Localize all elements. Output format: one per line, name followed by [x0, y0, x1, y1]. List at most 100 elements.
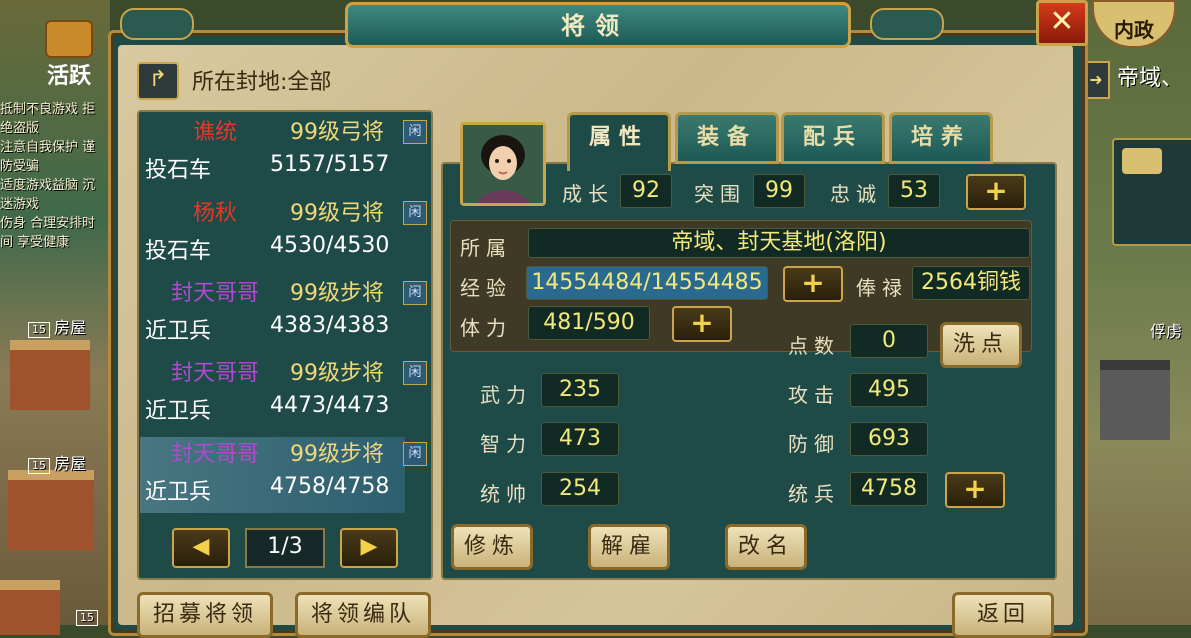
loyalty-value: 53	[888, 174, 940, 208]
force-value: 235	[541, 373, 619, 407]
house-name: 房屋	[54, 318, 87, 337]
points-label: 点数	[788, 334, 840, 358]
general-name: 谯统	[192, 120, 237, 145]
stamina-plus-button[interactable]: +	[672, 306, 732, 342]
title-ornament-left	[120, 8, 194, 40]
unit-type: 近卫兵	[145, 399, 212, 424]
notice-line: 适度游戏益脑 沉迷游戏	[0, 178, 96, 212]
fief-filter[interactable]: 所在封地:全部	[192, 64, 331, 96]
exp-value: 14554484/14554485	[526, 266, 768, 300]
tab-training[interactable]: 培养	[889, 112, 993, 164]
next-page-button[interactable]: ▶	[340, 528, 398, 568]
unit-count: 4383/4383	[270, 313, 390, 338]
idle-badge: 闲	[403, 281, 427, 305]
notice-line: 注意自我保护 谨防受骗	[0, 140, 96, 174]
attack-value: 495	[850, 373, 928, 407]
general-name: 封天哥哥	[170, 361, 259, 386]
belong-value: 帝域、封天基地(洛阳)	[528, 228, 1030, 258]
stamina-value: 481/590	[528, 306, 650, 340]
region-label: 帝域、	[1117, 66, 1184, 91]
chest-icon	[45, 20, 93, 58]
troops-plus-button[interactable]: +	[945, 472, 1005, 508]
list-item[interactable]: 投石车 4530/4530	[145, 233, 421, 269]
loyalty-label: 忠诚	[830, 182, 882, 206]
title-ornament-right	[870, 8, 944, 40]
unit-type: 投石车	[145, 239, 212, 264]
captive-label: 俘虏	[1150, 322, 1183, 341]
return-button[interactable]: 返回	[952, 592, 1054, 638]
house-label: 15	[76, 606, 102, 626]
troops-value: 4758	[850, 472, 928, 506]
unit-count: 5157/5157	[270, 152, 390, 177]
close-button[interactable]: ✕	[1036, 0, 1088, 46]
general-portrait	[460, 122, 546, 206]
list-item[interactable]: 封天哥哥 99级步将 闲	[145, 436, 427, 472]
loyalty-plus-button[interactable]: +	[966, 174, 1026, 210]
defense-value: 693	[850, 422, 928, 456]
prev-page-button[interactable]: ◀	[172, 528, 230, 568]
breakthrough-label: 突围	[694, 182, 746, 206]
back-arrow-icon[interactable]: ↱	[137, 62, 179, 100]
belong-label: 所属	[460, 236, 512, 260]
general-level: 99级步将	[290, 442, 384, 467]
general-level: 99级步将	[290, 281, 384, 306]
list-item[interactable]: 谯统 99级弓将 闲	[145, 114, 427, 150]
list-item[interactable]: 近卫兵 4383/4383	[145, 313, 421, 349]
unit-count: 4758/4758	[270, 474, 390, 499]
level-badge: 15	[76, 610, 98, 626]
general-level: 99级步将	[290, 361, 384, 386]
breakthrough-value: 99	[753, 174, 805, 208]
page-indicator: 1/3	[245, 528, 325, 568]
points-value: 0	[850, 324, 928, 358]
general-formation-button[interactable]: 将领编队	[295, 592, 431, 638]
general-name: 杨秋	[192, 201, 237, 226]
house-building[interactable]	[0, 580, 60, 635]
list-item[interactable]: 杨秋 99级弓将 闲	[145, 195, 427, 231]
list-item[interactable]: 近卫兵 4758/4758	[145, 474, 421, 510]
train-button[interactable]: 修炼	[451, 524, 533, 570]
notice-line: 伤身 合理安排时间 享受健康	[0, 216, 96, 250]
growth-label: 成长	[562, 182, 614, 206]
growth-value: 92	[620, 174, 672, 208]
idle-badge: 闲	[403, 361, 427, 385]
house-building[interactable]	[8, 470, 94, 550]
idle-badge: 闲	[403, 442, 427, 466]
house-name: 房屋	[54, 454, 87, 473]
notice-line: 抵制不良游戏 拒绝盗版	[0, 102, 96, 136]
exp-plus-button[interactable]: +	[783, 266, 843, 302]
stamina-label: 体力	[460, 316, 512, 340]
general-level: 99级弓将	[290, 120, 384, 145]
general-name: 封天哥哥	[170, 281, 259, 306]
portrait-avatar-icon	[463, 125, 543, 203]
activity-button[interactable]: 活跃	[38, 20, 100, 90]
tab-troops[interactable]: 配兵	[781, 112, 885, 164]
side-panel[interactable]	[1112, 138, 1191, 246]
region-selector[interactable]: ➜ 帝域、	[1082, 60, 1191, 104]
list-item[interactable]: 封天哥哥 99级步将 闲	[145, 355, 427, 391]
list-item[interactable]: 封天哥哥 99级步将 闲	[145, 275, 427, 311]
reset-points-button[interactable]: 洗点	[940, 322, 1022, 368]
defense-label: 防御	[788, 432, 840, 456]
general-name: 封天哥哥	[170, 442, 259, 467]
intel-label: 智力	[480, 432, 532, 456]
command-value: 254	[541, 472, 619, 506]
unit-type: 投石车	[145, 158, 212, 183]
unit-count: 4473/4473	[270, 393, 390, 418]
tab-equipment[interactable]: 装备	[675, 112, 779, 164]
list-item[interactable]: 投石车 5157/5157	[145, 152, 421, 188]
level-badge: 15	[28, 322, 50, 338]
general-level: 99级弓将	[290, 201, 384, 226]
window-title: 将领	[561, 12, 629, 40]
recruit-general-button[interactable]: 招募将领	[137, 592, 273, 638]
dismiss-button[interactable]: 解雇	[588, 524, 670, 570]
rename-button[interactable]: 改名	[725, 524, 807, 570]
unit-type: 近卫兵	[145, 319, 212, 344]
activity-label: 活跃	[46, 64, 91, 89]
unit-count: 4530/4530	[270, 233, 390, 258]
captive-building[interactable]	[1100, 360, 1170, 440]
scroll-icon	[1122, 148, 1162, 174]
tab-attributes[interactable]: 属性	[567, 112, 671, 171]
list-item[interactable]: 近卫兵 4473/4473	[145, 393, 421, 429]
house-building[interactable]	[10, 340, 90, 410]
idle-badge: 闲	[403, 120, 427, 144]
